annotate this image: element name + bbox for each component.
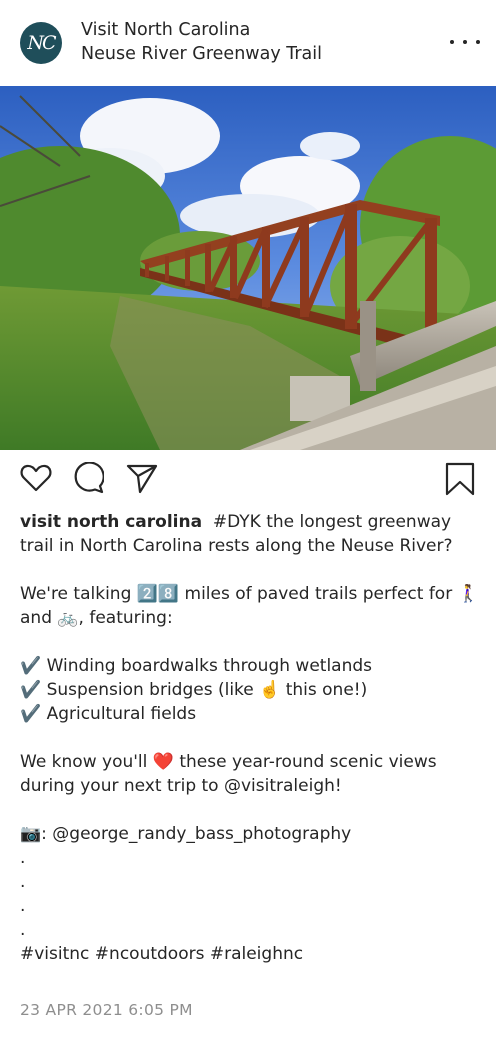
account-info: Visit North Carolina Neuse River Greenwa… [81,18,322,66]
bridge-photo [0,86,496,450]
post-caption: visit north carolina #DYK the longest gr… [20,510,480,966]
caption-username[interactable]: visit north carolina [20,512,202,532]
heart-icon[interactable] [20,462,52,494]
post-location[interactable]: Neuse River Greenway Trail [81,42,322,66]
post-actions [0,462,496,502]
caption-dot: . [20,848,26,868]
bookmark-icon[interactable] [444,462,476,496]
share-icon[interactable] [126,462,158,494]
caption-hashtags[interactable]: #visitnc #ncoutdoors #raleighnc [20,942,480,966]
caption-dot: . [20,896,26,916]
comment-icon[interactable] [72,462,104,494]
caption-spacer [20,726,480,750]
caption-paragraph-views: We know you'll ❤️ these year-round sceni… [20,752,443,796]
caption-dot: . [20,920,26,940]
caption-spacer [20,798,480,822]
caption-first-paragraph: visit north carolina #DYK the longest gr… [20,510,480,558]
post-timestamp: 23 APR 2021 6:05 PM [20,1001,193,1019]
caption-bullet: ✔️ Winding boardwalks through wetlands [20,656,373,676]
post-image[interactable] [0,86,496,450]
caption-photo-credit: 📷: @george_randy_bass_photography [20,824,352,844]
post-header: NC Visit North Carolina Neuse River Gree… [0,0,496,86]
caption-bullet: ✔️ Agricultural fields [20,704,197,724]
more-options-icon[interactable] [450,30,480,54]
caption-spacer [20,558,480,582]
account-name[interactable]: Visit North Carolina [81,18,322,42]
caption-paragraph-trails: We're talking 2️⃣8️⃣ miles of paved trai… [20,584,485,628]
caption-spacer [20,630,480,654]
caption-bullet: ✔️ Suspension bridges (like ☝️ this one!… [20,680,368,700]
account-avatar[interactable]: NC [20,22,62,64]
caption-dot: . [20,872,26,892]
